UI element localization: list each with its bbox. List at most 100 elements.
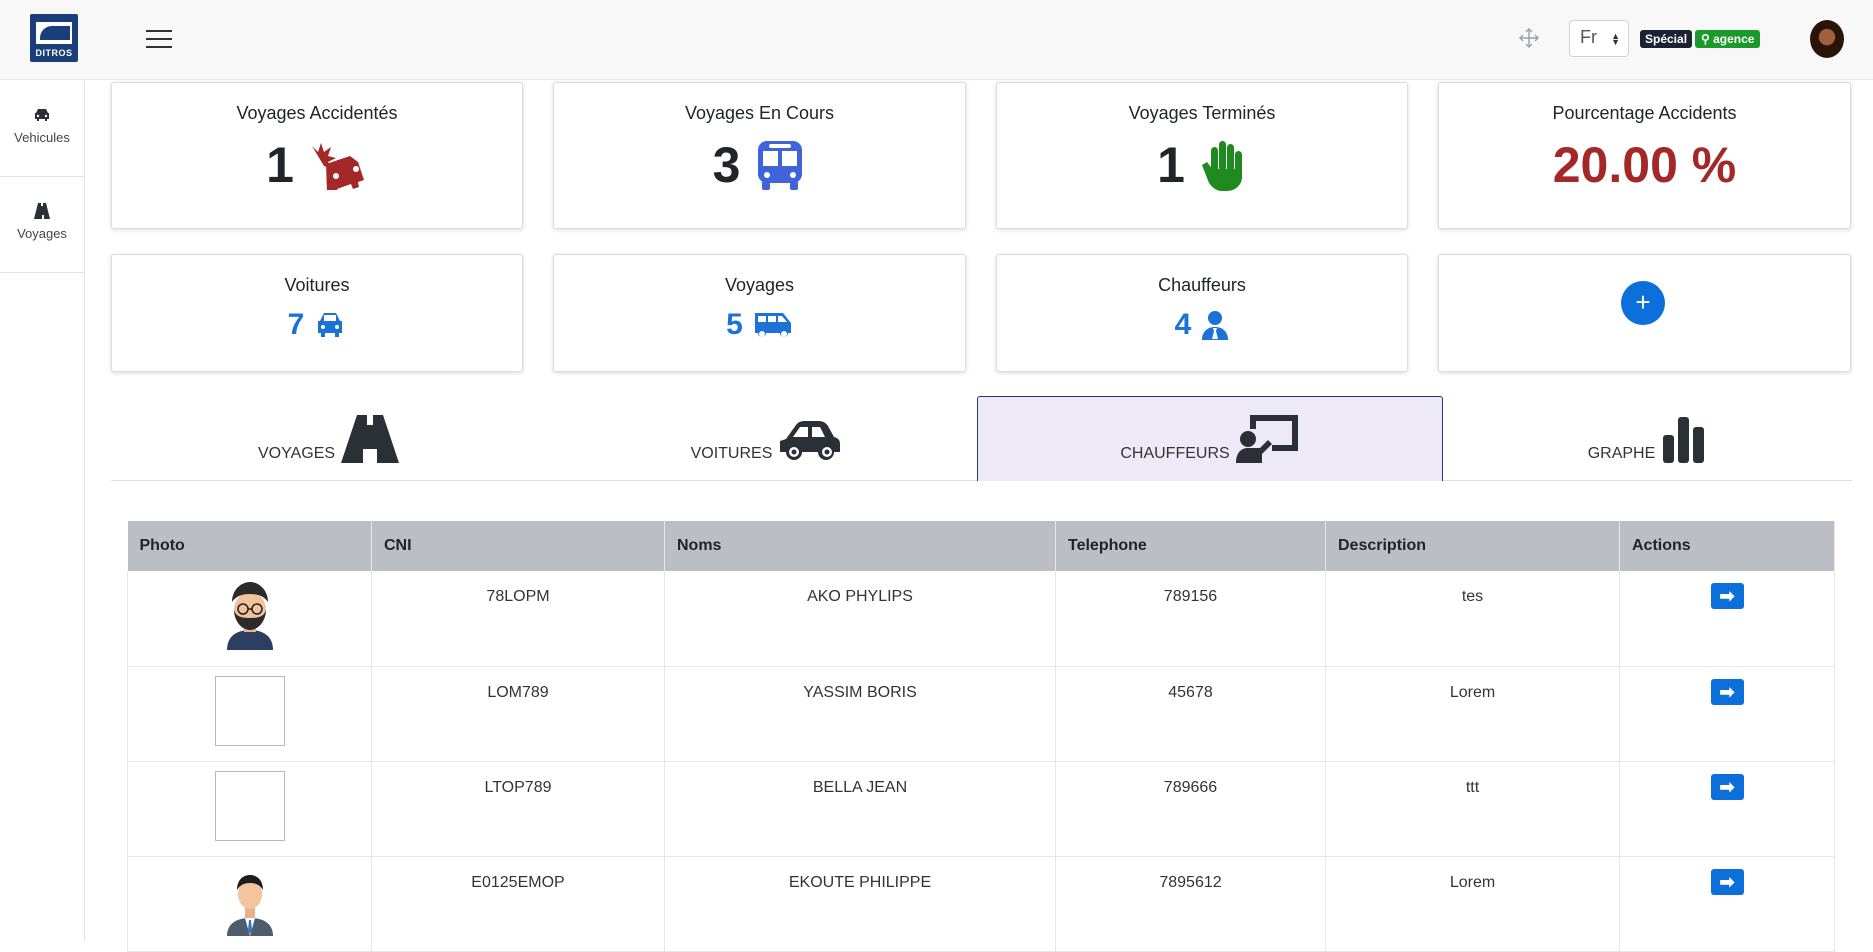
user-tie-icon	[1202, 311, 1229, 340]
nom-cell: AKO PHYLIPS	[664, 571, 1056, 667]
tab-graphe[interactable]: GRAPHE	[1443, 396, 1852, 481]
photo-cell	[127, 761, 372, 857]
actions-cell: ➡	[1619, 666, 1835, 762]
user-icon: ⚲	[1701, 32, 1714, 46]
tab-voyages[interactable]: VOYAGES	[111, 396, 546, 481]
photo-cell	[127, 571, 372, 667]
nom-cell: BELLA JEAN	[664, 761, 1056, 857]
chalkboard-teacher-icon	[1235, 415, 1298, 463]
column-header: Description	[1325, 521, 1620, 571]
telephone-cell: 789666	[1055, 761, 1326, 857]
view-details-button[interactable]: ➡	[1710, 678, 1744, 705]
sidebar-item-label: Vehicules	[14, 130, 70, 145]
table-header-row: Photo CNI Noms Telephone Description Act…	[127, 521, 1835, 571]
sidebar-item-vehicules[interactable]: Vehicules	[0, 81, 84, 177]
driver-photo	[226, 582, 273, 650]
description-cell: Lorem	[1325, 856, 1620, 952]
view-details-button[interactable]: ➡	[1710, 868, 1744, 895]
user-avatar[interactable]	[1810, 20, 1844, 58]
telephone-cell: 45678	[1055, 666, 1326, 762]
tab-bar: VOYAGES VOITURES CHAUFFEURS GRAPHE	[111, 396, 1852, 481]
stat-value: 5	[726, 308, 743, 341]
tab-label: VOYAGES	[257, 445, 336, 462]
cni-cell: 78LOPM	[371, 571, 665, 667]
description-cell: ttt	[1325, 761, 1620, 857]
stat-card-voyages: Voyages 5	[553, 254, 966, 372]
car-icon	[35, 109, 49, 121]
stat-title: Pourcentage Accidents	[1552, 103, 1737, 123]
description-cell: Lorem	[1325, 666, 1620, 762]
stat-card-voitures: Voitures 7	[111, 254, 523, 372]
language-select[interactable]: Fr ▲ ▼	[1569, 20, 1629, 57]
tab-voitures[interactable]: VOITURES	[546, 396, 987, 481]
fullscreen-icon[interactable]	[1518, 28, 1540, 50]
broken-image-placeholder	[214, 675, 285, 746]
description-cell: tes	[1325, 571, 1620, 667]
tab-label: GRAPHE	[1587, 445, 1656, 462]
shuttle-van-icon	[754, 313, 791, 337]
actions-cell: ➡	[1619, 761, 1835, 857]
stat-title: Voyages	[724, 275, 795, 295]
select-caret-icon: ▲ ▼	[1611, 31, 1620, 47]
stat-card-termines: Voyages Terminés 1	[996, 82, 1408, 229]
car-icon	[318, 313, 343, 337]
role-badge-agence: ⚲ agence	[1695, 30, 1761, 48]
sidebar: Vehicules Voyages	[0, 81, 85, 942]
stat-card-pourcentage: Pourcentage Accidents 20.00 %	[1438, 82, 1851, 229]
actions-cell: ➡	[1619, 571, 1835, 667]
telephone-cell: 7895612	[1055, 856, 1326, 952]
nom-cell: YASSIM BORIS	[664, 666, 1056, 762]
badge-agence-label: agence	[1713, 32, 1755, 46]
column-header: Noms	[664, 521, 1056, 571]
stat-value: 4	[1174, 308, 1192, 341]
tab-label: CHAUFFEURS	[1120, 445, 1230, 462]
stat-title: Voyages Terminés	[1128, 103, 1276, 123]
road-icon	[34, 203, 50, 219]
menu-toggle-icon[interactable]	[146, 30, 172, 50]
stat-value: 3	[712, 137, 741, 193]
top-bar: DITROS Fr ▲ ▼ Spécial ⚲ agence	[0, 0, 1873, 80]
chauffeurs-table: Photo CNI Noms Telephone Description Act…	[127, 521, 1835, 952]
telephone-cell: 789156	[1055, 571, 1326, 667]
sidebar-item-label: Voyages	[17, 226, 67, 241]
stat-title: Chauffeurs	[1158, 275, 1246, 295]
nom-cell: EKOUTE PHILIPPE	[664, 856, 1056, 952]
broken-image-placeholder	[214, 770, 285, 841]
stat-title: Voyages En Cours	[684, 103, 835, 123]
add-button[interactable]: +	[1621, 281, 1665, 325]
tab-label: VOITURES	[690, 445, 773, 462]
stat-card-accidents: Voyages Accidentés 1	[111, 82, 523, 229]
stat-value: 1	[266, 137, 294, 193]
view-details-button[interactable]: ➡	[1710, 773, 1744, 800]
actions-cell: ➡	[1619, 856, 1835, 952]
logo-text: DITROS	[35, 48, 73, 58]
table-row: E0125EMOP EKOUTE PHILIPPE 7895612 Lorem …	[127, 856, 1835, 952]
photo-cell	[127, 856, 372, 952]
car-crash-icon	[311, 143, 364, 190]
column-header: CNI	[371, 521, 665, 571]
logo[interactable]: DITROS	[30, 14, 78, 62]
stat-title: Voyages Accidentés	[236, 103, 398, 123]
table-row: 78LOPM AKO PHYLIPS 789156 tes ➡	[127, 571, 1835, 667]
language-value: Fr	[1580, 27, 1597, 47]
stat-value: 7	[287, 308, 305, 341]
table-row: LOM789 YASSIM BORIS 45678 Lorem ➡	[127, 666, 1835, 762]
stat-value: 20.00 %	[1552, 137, 1737, 193]
view-details-button[interactable]: ➡	[1710, 583, 1744, 609]
stat-title: Voitures	[284, 275, 350, 295]
column-header: Photo	[127, 521, 372, 571]
tab-chauffeurs[interactable]: CHAUFFEURS	[977, 396, 1443, 481]
stat-card-en-cours: Voyages En Cours 3	[553, 82, 966, 229]
photo-cell	[127, 666, 372, 762]
car-side-icon	[780, 421, 841, 460]
driver-photo	[226, 874, 273, 936]
road-icon	[341, 415, 400, 463]
role-badge-special: Spécial	[1640, 30, 1693, 48]
cni-cell: LTOP789	[371, 761, 665, 857]
cni-cell: LOM789	[371, 666, 665, 762]
cni-cell: E0125EMOP	[371, 856, 665, 952]
hand-icon	[1201, 141, 1242, 191]
table-row: LTOP789 BELLA JEAN 789666 ttt ➡	[127, 761, 1835, 857]
sidebar-item-voyages[interactable]: Voyages	[0, 177, 84, 273]
bus-icon	[758, 141, 803, 190]
